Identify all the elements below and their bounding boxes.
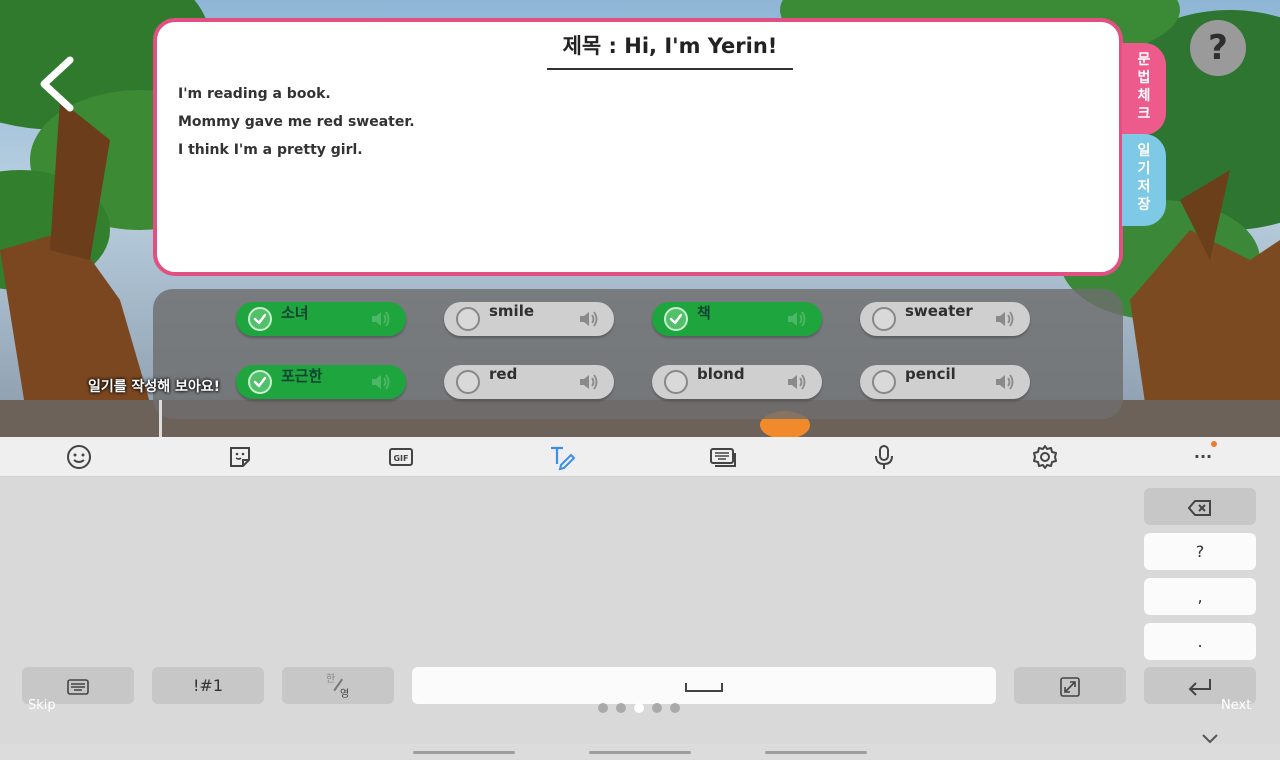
symbols-key[interactable]: !#1 [152, 667, 264, 704]
checkmark-icon[interactable] [248, 307, 272, 331]
pager-dot [598, 703, 608, 713]
save-tab-char: 기 [1137, 161, 1151, 177]
system-nav-bar [0, 744, 1280, 760]
word-chip[interactable]: 포근한 [236, 365, 406, 399]
word-chip-label: red [489, 365, 518, 383]
grammar-check-tab[interactable]: 문 법 체 크 [1122, 43, 1166, 135]
hide-keyboard-button[interactable] [1200, 731, 1220, 745]
save-tab-char: 일 [1137, 143, 1151, 159]
pager-dot [616, 703, 626, 713]
diary-line: I think I'm a pretty girl. [178, 142, 363, 158]
word-chip[interactable]: red [444, 365, 614, 399]
save-tab-char: 장 [1137, 197, 1151, 213]
chevron-left-icon [40, 56, 74, 112]
word-chip-label: 소녀 [281, 304, 309, 322]
backspace-key[interactable] [1144, 488, 1256, 525]
sticker-icon[interactable] [226, 443, 254, 471]
pager-dot [670, 703, 680, 713]
svg-text:GIF: GIF [393, 454, 408, 463]
settings-icon[interactable] [1031, 443, 1059, 471]
lang-top-label: 한 [326, 674, 336, 685]
handwriting-icon[interactable] [548, 443, 576, 471]
notification-dot [1211, 441, 1217, 447]
more-icon[interactable]: ··· [1189, 443, 1217, 471]
diary-line: Mommy gave me red sweater. [178, 114, 415, 130]
help-button[interactable]: ? [1190, 20, 1246, 76]
word-chip[interactable]: pencil [860, 365, 1030, 399]
help-icon: ? [1208, 28, 1228, 68]
gif-icon[interactable]: GIF [387, 443, 415, 471]
speaker-icon[interactable] [994, 373, 1016, 391]
nav-home-handle[interactable] [589, 751, 691, 754]
keyboard-mode-icon[interactable] [709, 443, 737, 471]
nav-back-handle[interactable] [765, 751, 867, 754]
word-chip[interactable]: sweater [860, 302, 1030, 336]
word-chip[interactable]: 소녀 [236, 302, 406, 336]
checkbox-circle[interactable] [456, 370, 480, 394]
grammar-tab-char: 법 [1137, 70, 1151, 86]
diary-text-area[interactable]: I'm reading a book. Mommy gave me red sw… [178, 80, 1098, 260]
speaker-icon[interactable] [786, 373, 808, 391]
question-key[interactable]: ? [1144, 533, 1256, 570]
expand-icon [1060, 676, 1080, 697]
diary-title: 제목 : Hi, I'm Yerin! [547, 30, 793, 70]
save-diary-tab[interactable]: 일 기 저 장 [1122, 134, 1166, 226]
back-button[interactable] [34, 54, 84, 114]
word-chip-label: sweater [905, 302, 973, 320]
save-tab-char: 저 [1137, 179, 1151, 195]
word-chip[interactable]: blond [652, 365, 822, 399]
tutorial-pager [598, 703, 688, 713]
grammar-tab-char: 문 [1137, 52, 1151, 68]
comma-key[interactable]: , [1144, 578, 1256, 615]
nav-recents-handle[interactable] [413, 751, 515, 754]
next-button[interactable]: Next [1221, 698, 1251, 713]
keyboard-toolbar: GIF ··· [0, 437, 1280, 477]
keyboard-icon [67, 678, 89, 695]
speaker-icon[interactable] [370, 373, 392, 391]
enter-icon [1188, 678, 1211, 696]
checkbox-circle[interactable] [456, 307, 480, 331]
language-switch-key[interactable]: 한 영 [282, 667, 394, 704]
backspace-icon [1187, 499, 1211, 516]
word-chip-label: smile [489, 302, 535, 320]
speaker-icon[interactable] [370, 310, 392, 328]
speaker-icon[interactable] [786, 310, 808, 328]
pager-dot [652, 703, 662, 713]
speaker-icon[interactable] [994, 310, 1016, 328]
emoji-icon[interactable] [65, 443, 93, 471]
checkbox-circle[interactable] [664, 370, 688, 394]
checkmark-icon[interactable] [664, 307, 688, 331]
space-icon [685, 682, 723, 692]
diary-card: 제목 : Hi, I'm Yerin! I'm reading a book. … [153, 18, 1123, 276]
tutorial-hint: 일기를 작성해 보아요! [88, 379, 221, 395]
skip-button[interactable]: Skip [28, 698, 56, 713]
pager-dot [634, 703, 644, 713]
word-chip-label: 포근한 [281, 367, 323, 385]
checkmark-icon[interactable] [248, 370, 272, 394]
period-key[interactable]: . [1144, 623, 1256, 660]
resize-key[interactable] [1014, 667, 1126, 704]
speaker-icon[interactable] [578, 310, 600, 328]
microphone-icon[interactable] [870, 443, 898, 471]
diary-line: I'm reading a book. [178, 86, 331, 102]
grammar-tab-char: 체 [1137, 88, 1151, 104]
checkbox-circle[interactable] [872, 307, 896, 331]
speaker-icon[interactable] [578, 373, 600, 391]
checkbox-circle[interactable] [872, 370, 896, 394]
chevron-down-icon [1202, 734, 1218, 744]
space-key[interactable] [412, 667, 996, 704]
word-chip-label: blond [697, 365, 745, 383]
word-chip[interactable]: smile [444, 302, 614, 336]
lang-bottom-label: 영 [340, 689, 350, 700]
grammar-tab-char: 크 [1137, 106, 1151, 122]
word-chip-label: pencil [905, 365, 956, 383]
word-chip[interactable]: 책 [652, 302, 822, 336]
word-chip-label: 책 [697, 304, 711, 322]
